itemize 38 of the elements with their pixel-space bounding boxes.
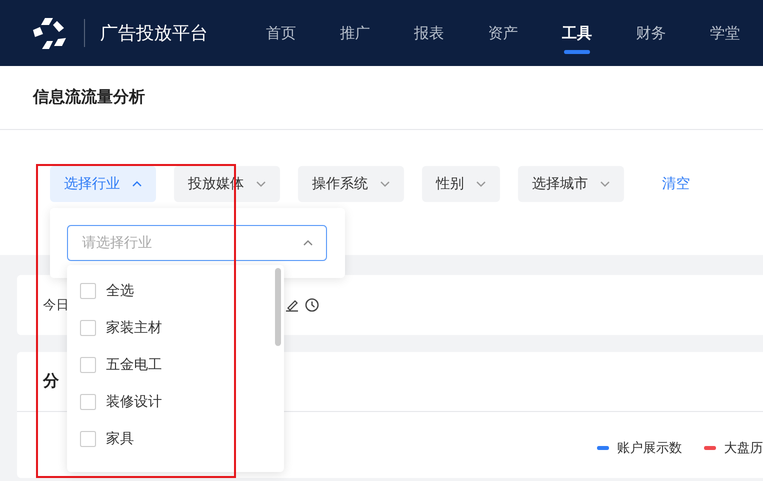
nav-tab[interactable]: 财务 bbox=[614, 0, 688, 66]
filter-dropdown[interactable]: 选择城市 bbox=[518, 166, 624, 202]
checkbox[interactable] bbox=[80, 320, 96, 336]
option-label[interactable]: 五金电工 bbox=[106, 356, 162, 374]
clock-icon[interactable] bbox=[305, 298, 319, 312]
nav-tab[interactable]: 工具 bbox=[540, 0, 614, 66]
checkbox[interactable] bbox=[80, 430, 96, 446]
nav-tab[interactable]: 首页 bbox=[244, 0, 318, 66]
option-label[interactable]: 装修设计 bbox=[106, 392, 162, 410]
option-label[interactable]: 家具 bbox=[106, 430, 134, 448]
nav-tab[interactable]: 学堂 bbox=[688, 0, 762, 66]
caret-icon bbox=[600, 181, 610, 187]
option-label[interactable]: 全选 bbox=[106, 282, 134, 300]
caret-icon bbox=[132, 181, 142, 187]
clear-link[interactable]: 清空 bbox=[662, 175, 690, 193]
legend-label: 大盘历 bbox=[724, 440, 763, 457]
legend-label: 账户展示数 bbox=[617, 440, 682, 457]
platform-title: 广告投放平台 bbox=[100, 22, 209, 45]
option-label[interactable]: 家装主材 bbox=[106, 318, 162, 336]
nav-tab[interactable]: 资产 bbox=[466, 0, 540, 66]
checkbox[interactable] bbox=[80, 394, 96, 410]
pencil-icon[interactable] bbox=[285, 298, 299, 312]
industry-search-field[interactable]: 请选择行业 bbox=[67, 225, 327, 261]
checkbox[interactable] bbox=[80, 282, 96, 298]
checkbox[interactable] bbox=[80, 356, 96, 372]
logo-icon bbox=[33, 16, 67, 50]
nav-tab[interactable]: 报表 bbox=[392, 0, 466, 66]
scrollbar[interactable] bbox=[275, 268, 281, 346]
filter-dropdown[interactable]: 操作系统 bbox=[298, 166, 404, 202]
chart-title: 分 bbox=[43, 371, 59, 392]
nav-tab[interactable]: 推广 bbox=[318, 0, 392, 66]
caret-icon bbox=[476, 181, 486, 187]
summary-label: 今日 bbox=[43, 297, 69, 314]
caret-icon bbox=[303, 240, 313, 246]
caret-icon bbox=[256, 181, 266, 187]
filter-dropdown[interactable]: 性别 bbox=[422, 166, 500, 202]
page-title: 信息流流量分析 bbox=[33, 87, 145, 108]
caret-icon bbox=[380, 181, 390, 187]
